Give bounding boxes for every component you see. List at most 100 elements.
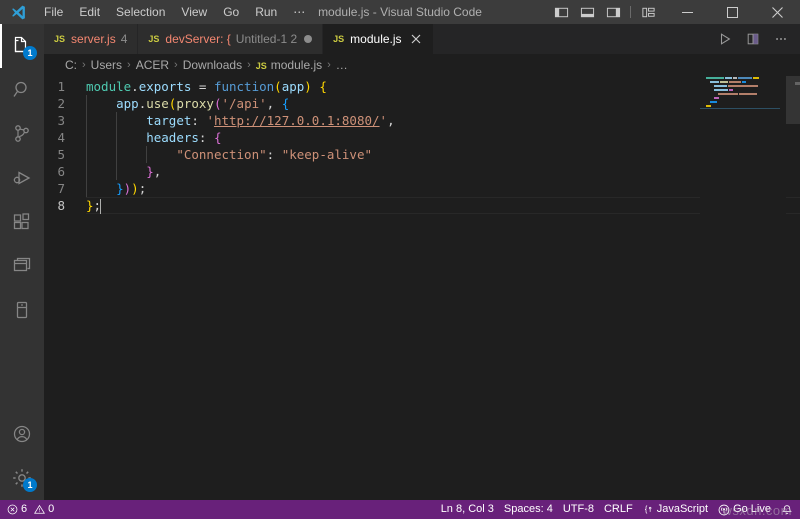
activity-search[interactable] [0, 68, 44, 112]
status-language-mode[interactable]: JavaScript [638, 500, 713, 519]
explorer-badge: 1 [23, 46, 37, 60]
tab-devserver[interactable]: JS devServer: { Untitled-1 2 [138, 24, 323, 54]
activity-bar-top-group: 1 [0, 24, 44, 332]
settings-badge: 1 [23, 478, 37, 492]
activity-database[interactable] [0, 288, 44, 332]
tab-label: module.js [350, 32, 401, 46]
code-tokens: headers: { [86, 129, 222, 146]
breadcrumb-separator: › [124, 59, 134, 71]
code-tokens: })); [86, 180, 146, 197]
line-number: 7 [44, 180, 86, 197]
minimize-button[interactable] [665, 0, 710, 24]
tab-server-js[interactable]: JS server.js 4 [44, 24, 138, 54]
source-control-icon [10, 122, 34, 146]
line-content: }, [86, 163, 800, 180]
editor-scrollbar[interactable] [786, 76, 800, 500]
line-number: 2 [44, 95, 86, 112]
activity-source-control[interactable] [0, 112, 44, 156]
toggle-secondary-sidebar-icon[interactable] [600, 0, 626, 24]
close-button[interactable] [755, 0, 800, 24]
overview-ruler-mark [795, 82, 800, 85]
run-play-icon[interactable] [712, 26, 738, 52]
js-file-icon: JS [333, 34, 344, 44]
menu-item-more[interactable]: ⋯ [285, 0, 313, 24]
breadcrumb-item-symbols[interactable]: … [334, 58, 350, 72]
menu-item-run[interactable]: Run [247, 0, 285, 24]
code-tokens: app.use(proxy('/api', { [86, 95, 289, 112]
js-braces-icon [643, 504, 654, 515]
code-tokens: }, [86, 163, 161, 180]
breadcrumb-item-users[interactable]: Users [89, 58, 124, 72]
vscode-logo-icon [0, 0, 36, 24]
menu-item-selection[interactable]: Selection [108, 0, 173, 24]
line-number: 8 [44, 197, 86, 214]
vscode-window: File Edit Selection View Go Run ⋯ module… [0, 0, 800, 519]
menu-item-view[interactable]: View [173, 0, 215, 24]
tab-suffix: 4 [121, 32, 128, 46]
code-line-current: 8 }; [44, 197, 800, 214]
tab-list: JS server.js 4 JS devServer: { Untitled-… [44, 24, 434, 54]
activity-run-debug[interactable] [0, 156, 44, 200]
code-line: 4 headers: { [44, 129, 800, 146]
search-icon [10, 78, 34, 102]
code-line: 7 })); [44, 180, 800, 197]
status-bar: 6 0 Ln 8, Col 3 Spaces: 4 UTF-8 CRLF Jav… [0, 500, 800, 519]
activity-explorer[interactable]: 1 [0, 24, 44, 68]
line-number: 5 [44, 146, 86, 163]
menu-item-edit[interactable]: Edit [71, 0, 108, 24]
js-file-icon: JS [148, 34, 159, 44]
breadcrumb-item-downloads[interactable]: Downloads [181, 58, 244, 72]
code-tokens: target: 'http://127.0.0.1:8080/', [86, 112, 395, 129]
breadcrumb: C: › Users › ACER › Downloads › JSmodule… [44, 54, 800, 76]
line-content: })); [86, 180, 800, 197]
line-content: module.exports = function(app) { [86, 78, 800, 95]
minimap-current-line-marker [700, 108, 780, 109]
line-content: "Connection": "keep-alive" [86, 146, 800, 163]
code-line: 5 "Connection": "keep-alive" [44, 146, 800, 163]
divider [630, 6, 631, 18]
status-go-live-label: Go Live [733, 500, 771, 519]
customize-layout-icon[interactable] [635, 0, 661, 24]
status-cursor-position[interactable]: Ln 8, Col 3 [436, 500, 499, 519]
menu-item-go[interactable]: Go [215, 0, 247, 24]
activity-accounts[interactable] [0, 412, 44, 456]
maximize-button[interactable] [710, 0, 755, 24]
main-area: 1 [0, 24, 800, 500]
code-tokens: "Connection": "keep-alive" [86, 146, 372, 163]
text-cursor [100, 199, 101, 214]
status-eol[interactable]: CRLF [599, 500, 638, 519]
status-warning-count: 0 [48, 500, 54, 519]
title-bar-controls [548, 0, 800, 24]
line-content: app.use(proxy('/api', { [86, 95, 800, 112]
status-notifications[interactable] [776, 500, 798, 519]
toggle-panel-icon[interactable] [574, 0, 600, 24]
code-tokens: }; [86, 197, 101, 214]
status-go-live[interactable]: Go Live [713, 500, 776, 519]
split-editor-right-icon[interactable] [740, 26, 766, 52]
minimap[interactable] [700, 76, 786, 500]
status-encoding[interactable]: UTF-8 [558, 500, 599, 519]
code-editor[interactable]: 1 module.exports = function(app) { 2 app… [44, 76, 800, 500]
status-bar-right: Ln 8, Col 3 Spaces: 4 UTF-8 CRLF JavaScr… [436, 500, 798, 519]
breadcrumb-item-file[interactable]: JSmodule.js [254, 58, 324, 72]
activity-settings[interactable]: 1 [0, 456, 44, 500]
url-link[interactable]: http://127.0.0.1:8080/ [214, 113, 380, 128]
menu-item-file[interactable]: File [36, 0, 71, 24]
editor-actions [712, 24, 800, 54]
tab-dirty-indicator[interactable] [304, 35, 312, 43]
activity-remote-explorer[interactable] [0, 244, 44, 288]
breadcrumb-separator: › [79, 59, 89, 71]
more-actions-icon[interactable] [768, 26, 794, 52]
toggle-primary-sidebar-icon[interactable] [548, 0, 574, 24]
activity-extensions[interactable] [0, 200, 44, 244]
breadcrumb-item-drive[interactable]: C: [63, 58, 79, 72]
line-number: 3 [44, 112, 86, 129]
remote-explorer-icon [10, 254, 34, 278]
tab-close-icon[interactable] [409, 32, 423, 46]
tab-module-js[interactable]: JS module.js [323, 24, 433, 54]
code-content[interactable]: 1 module.exports = function(app) { 2 app… [44, 76, 800, 500]
breadcrumb-item-acer[interactable]: ACER [134, 58, 171, 72]
status-problems[interactable]: 6 0 [2, 500, 59, 519]
line-content: target: 'http://127.0.0.1:8080/', [86, 112, 800, 129]
status-indentation[interactable]: Spaces: 4 [499, 500, 558, 519]
